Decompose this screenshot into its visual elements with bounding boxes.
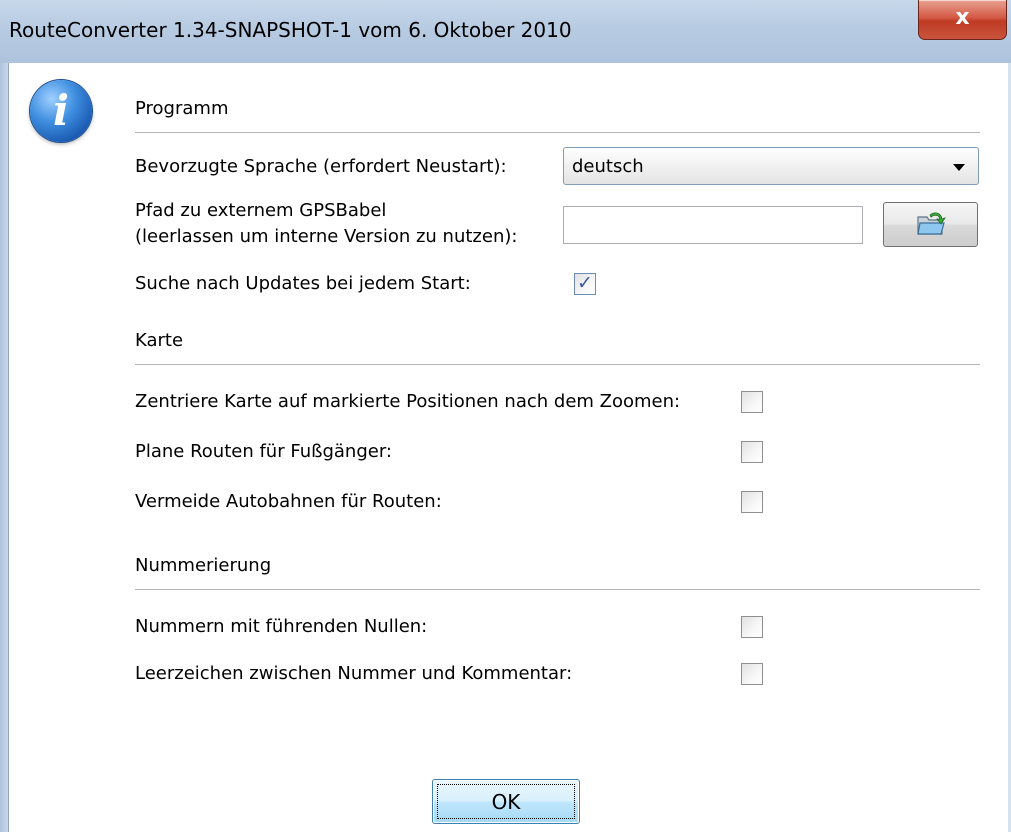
avoid-highways-label: Vermeide Autobahnen für Routen: bbox=[135, 491, 442, 512]
language-select[interactable]: deutsch bbox=[563, 147, 979, 185]
pedestrian-label: Plane Routen für Fußgänger: bbox=[135, 441, 392, 462]
chevron-down-icon bbox=[953, 164, 965, 171]
language-label: Bevorzugte Sprache (erfordert Neustart): bbox=[135, 156, 507, 177]
separator-numbering bbox=[135, 589, 980, 590]
browse-button[interactable] bbox=[883, 202, 978, 247]
language-select-value: deutsch bbox=[572, 156, 644, 177]
leading-zeros-checkbox[interactable] bbox=[741, 616, 763, 638]
space-checkbox[interactable] bbox=[741, 663, 763, 685]
window-title: RouteConverter 1.34-SNAPSHOT-1 vom 6. Ok… bbox=[9, 18, 572, 42]
section-heading-program: Programm bbox=[135, 98, 229, 119]
window-frame-left bbox=[0, 63, 9, 832]
ok-button[interactable]: OK bbox=[432, 779, 580, 824]
gpsbabel-label-line2: (leerlassen um interne Version zu nutzen… bbox=[135, 226, 518, 247]
ok-button-label: OK bbox=[437, 784, 575, 819]
separator-map bbox=[135, 364, 980, 365]
gpsbabel-label-line1: Pfad zu externem GPSBabel bbox=[135, 200, 387, 221]
section-heading-numbering: Nummerierung bbox=[135, 555, 272, 576]
section-heading-map: Karte bbox=[135, 330, 184, 351]
checkmark-icon: ✓ bbox=[577, 272, 593, 294]
center-map-checkbox[interactable] bbox=[741, 391, 763, 413]
close-button[interactable]: x bbox=[918, 0, 1007, 40]
info-icon: i bbox=[30, 80, 92, 142]
updates-label: Suche nach Updates bei jedem Start: bbox=[135, 273, 471, 294]
updates-checkbox[interactable]: ✓ bbox=[574, 272, 596, 295]
separator-program bbox=[135, 132, 980, 133]
folder-open-icon bbox=[917, 212, 946, 235]
space-label: Leerzeichen zwischen Nummer und Kommenta… bbox=[135, 663, 573, 684]
pedestrian-checkbox[interactable] bbox=[741, 441, 763, 463]
avoid-highways-checkbox[interactable] bbox=[741, 491, 763, 513]
leading-zeros-label: Nummern mit führenden Nullen: bbox=[135, 616, 428, 637]
gpsbabel-path-input[interactable] bbox=[563, 206, 863, 244]
title-bar: RouteConverter 1.34-SNAPSHOT-1 vom 6. Ok… bbox=[0, 0, 1011, 64]
center-map-label: Zentriere Karte auf markierte Positionen… bbox=[135, 391, 681, 412]
close-icon: x bbox=[955, 5, 970, 30]
